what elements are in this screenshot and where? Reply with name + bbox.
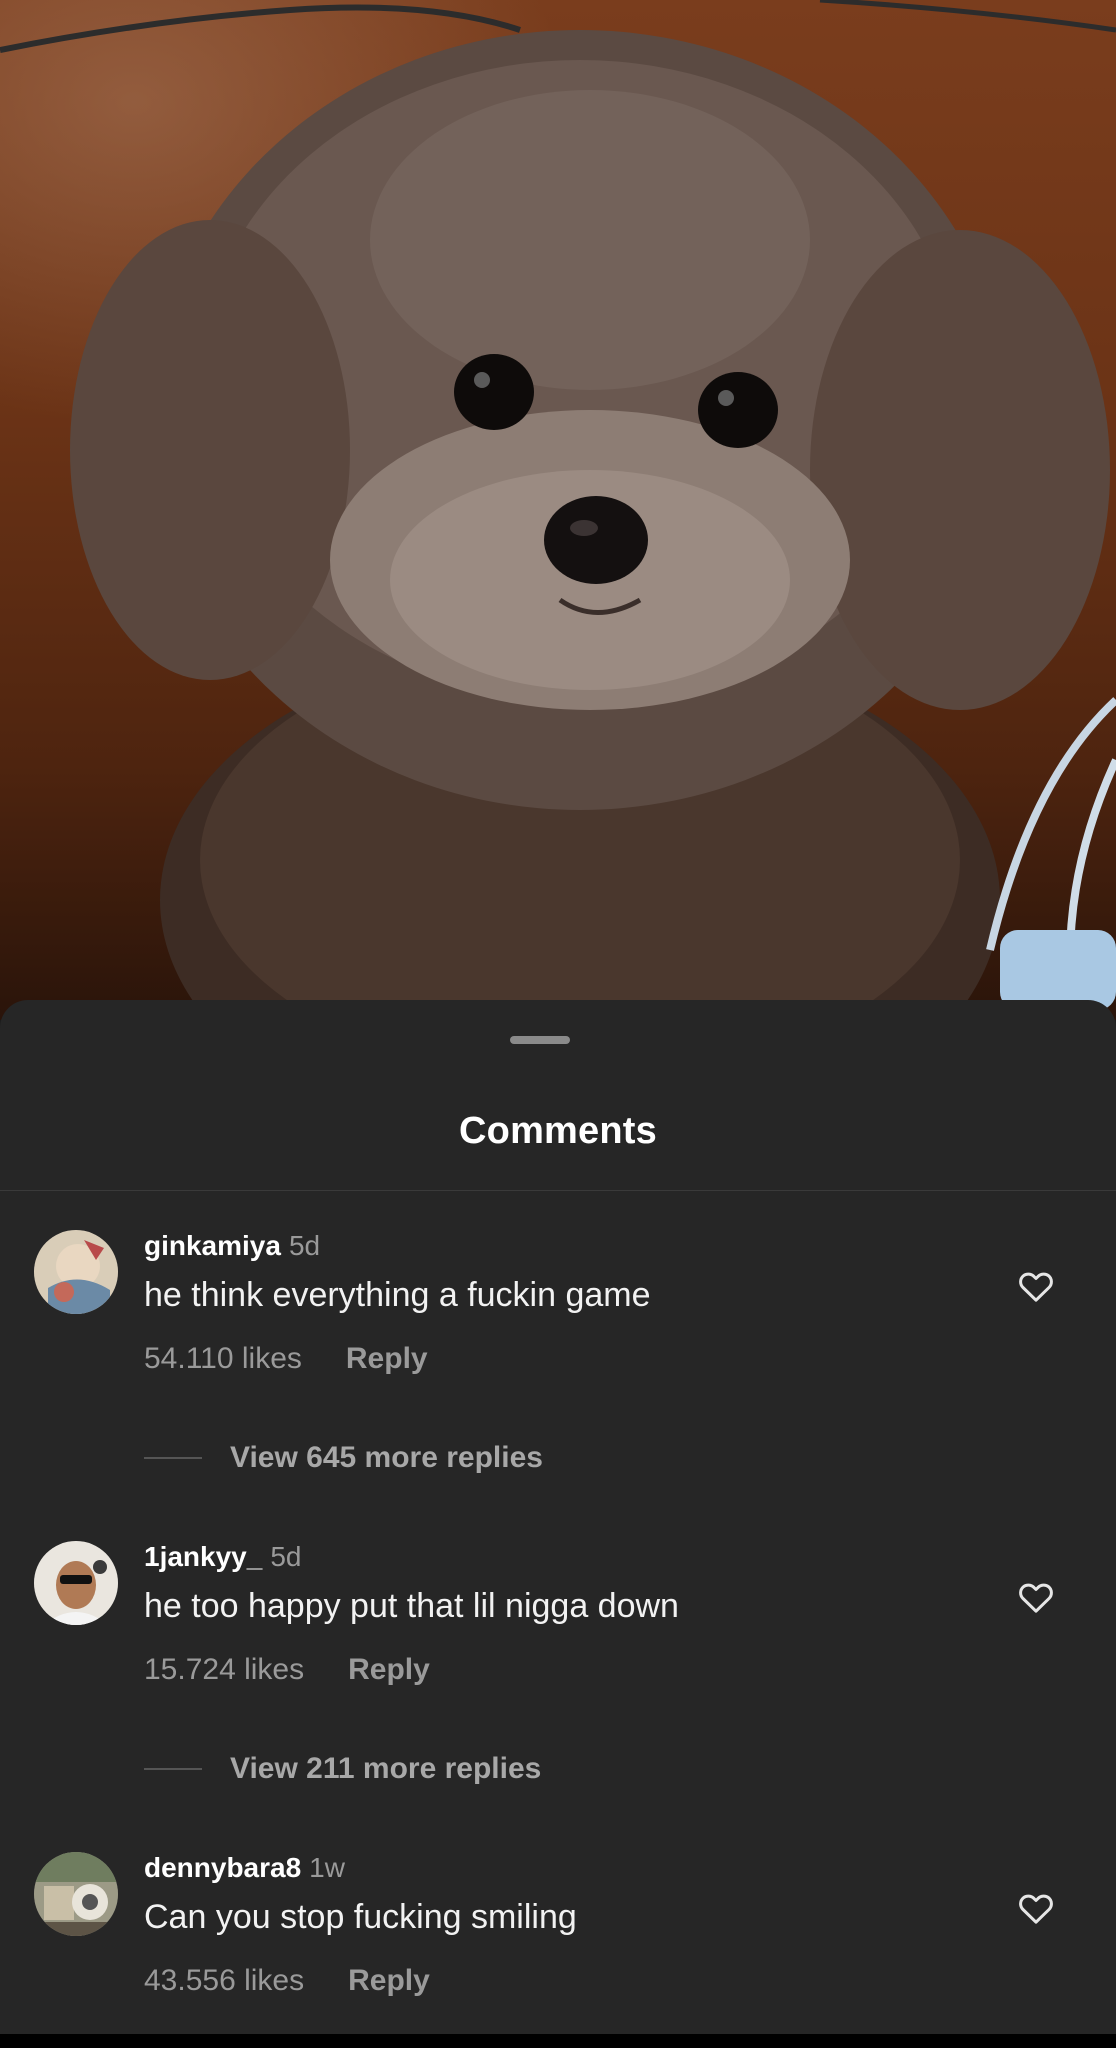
thread-line [144, 1768, 202, 1770]
comment-header: dennybara8 1w [144, 1852, 345, 1884]
comment-meta: 15.724 likes Reply [144, 1653, 430, 1687]
screen: Comments ginkamiya 5d he think everything… [0, 0, 1116, 2048]
comment-likes-count[interactable]: 54.110 likes [144, 1342, 302, 1375]
comment-text: he too happy put that lil nigga down [144, 1587, 679, 1625]
thread-line [144, 1457, 202, 1459]
avatar[interactable] [34, 1852, 118, 1936]
post-photo[interactable] [0, 0, 1116, 1020]
avatar[interactable] [34, 1541, 118, 1625]
comment-timestamp: 5d [288, 1230, 321, 1261]
comment-likes-count[interactable]: 43.556 likes [144, 1964, 304, 1997]
view-replies-label: View 645 more replies [230, 1441, 543, 1474]
sheet-drag-handle[interactable] [510, 1036, 570, 1044]
comment-header: ginkamiya 5d [144, 1230, 320, 1262]
comment-username[interactable]: dennybara8 [144, 1852, 301, 1883]
dog-illustration [0, 0, 1116, 1020]
divider [0, 1190, 1116, 1191]
view-replies-label: View 211 more replies [230, 1752, 542, 1785]
reply-button[interactable]: Reply [348, 1653, 430, 1686]
comment-meta: 54.110 likes Reply [144, 1342, 428, 1376]
reply-button[interactable]: Reply [346, 1342, 428, 1375]
avatar[interactable] [34, 1230, 118, 1314]
comment-timestamp: 1w [309, 1852, 345, 1883]
comment-timestamp: 5d [270, 1541, 302, 1572]
comment-likes-count[interactable]: 15.724 likes [144, 1653, 304, 1686]
comments-sheet: Comments ginkamiya 5d he think everything… [0, 1000, 1116, 2048]
bottom-edge [0, 2034, 1116, 2048]
heart-outline-icon[interactable] [1016, 1577, 1056, 1617]
comment-meta: 43.556 likes Reply [144, 1964, 430, 1998]
comment-username[interactable]: ginkamiya [144, 1230, 281, 1261]
heart-outline-icon[interactable] [1016, 1888, 1056, 1928]
view-replies-button[interactable]: View 645 more replies [144, 1438, 543, 1478]
view-replies-button[interactable]: View 211 more replies [144, 1749, 541, 1789]
comment-username[interactable]: 1jankyy_ [144, 1541, 262, 1572]
comment-text: he think everything a fuckin game [144, 1276, 651, 1314]
sheet-title: Comments [459, 1110, 657, 1152]
comment-header: 1jankyy_ 5d [144, 1541, 301, 1573]
heart-outline-icon[interactable] [1016, 1266, 1056, 1306]
comment-text: Can you stop fucking smiling [144, 1898, 577, 1936]
reply-button[interactable]: Reply [348, 1964, 430, 1997]
